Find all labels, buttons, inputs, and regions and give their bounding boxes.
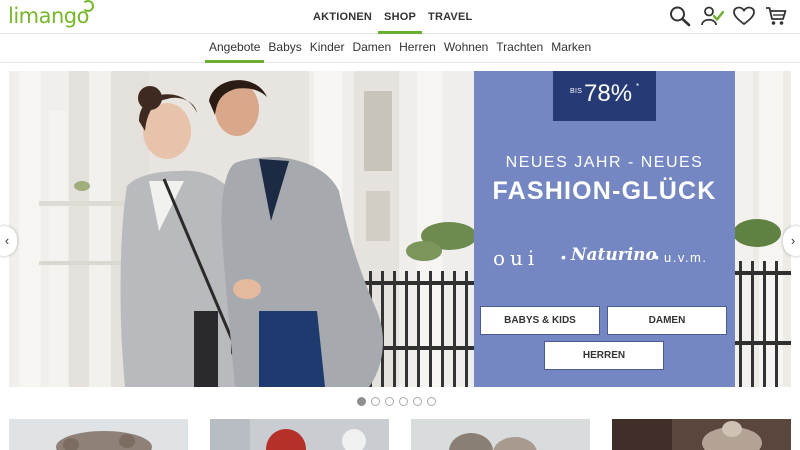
brand-logos: oui • Naturino • u.v.m. <box>474 244 735 272</box>
promo-subheadline: NEUES JAHR - NEUES <box>505 154 704 171</box>
category-marken[interactable]: Marken <box>547 34 595 63</box>
brand-oui-logo: oui <box>493 246 540 270</box>
babys-kids-button[interactable]: BABYS & KIDS <box>480 306 600 335</box>
heart-icon[interactable] <box>732 5 756 27</box>
account-check-icon[interactable] <box>700 5 724 27</box>
category-nav: Angebote Babys Kinder Damen Herren Wohne… <box>0 34 800 63</box>
header: limango AKTIONEN SHOP TRAVEL <box>0 0 800 34</box>
teaser-tile-2[interactable] <box>210 419 389 450</box>
hero-photo <box>9 71 474 387</box>
teaser-tile-3[interactable] <box>411 419 590 450</box>
carousel-dot[interactable] <box>427 397 436 406</box>
chevron-left-icon: ‹ <box>4 233 10 248</box>
damen-button[interactable]: DAMEN <box>607 306 727 335</box>
carousel-dot[interactable] <box>385 397 394 406</box>
teaser-tile-1[interactable] <box>9 419 188 450</box>
discount-prefix: BIS <box>570 88 583 95</box>
carousel-next-button[interactable]: › <box>783 226 800 256</box>
logo-swirl-icon <box>82 0 94 12</box>
category-nav-items: Angebote Babys Kinder Damen Herren Wohne… <box>205 34 595 63</box>
brand-more-text: u.v.m. <box>664 250 708 265</box>
category-damen[interactable]: Damen <box>348 34 395 63</box>
discount-footnote-mark: * <box>636 82 640 91</box>
hero-photo-right <box>735 71 791 387</box>
brand-separator: • <box>561 249 566 265</box>
brand-naturino-logo: Naturino <box>571 245 657 265</box>
cart-icon[interactable] <box>764 5 788 27</box>
discount-value: 78% <box>584 80 633 107</box>
top-nav-shop[interactable]: SHOP <box>378 0 423 34</box>
promo-headline: FASHION-GLÜCK <box>492 177 717 205</box>
category-herren[interactable]: Herren <box>395 34 440 63</box>
page: limango AKTIONEN SHOP TRAVEL Angebote Ba… <box>0 0 800 450</box>
category-kinder[interactable]: Kinder <box>306 34 349 63</box>
carousel-dot[interactable] <box>413 397 422 406</box>
teaser-tile-4[interactable] <box>612 419 791 450</box>
header-icons <box>668 5 788 27</box>
brand-separator: • <box>654 249 659 265</box>
top-nav-aktionen[interactable]: AKTIONEN <box>307 0 378 34</box>
carousel-dot[interactable] <box>357 397 366 406</box>
category-babys[interactable]: Babys <box>264 34 305 63</box>
hero-banner[interactable]: BIS 78% * NEUES JAHR - NEUES FASHION-GLÜ… <box>9 71 791 387</box>
category-trachten[interactable]: Trachten <box>492 34 547 63</box>
carousel-dot[interactable] <box>371 397 380 406</box>
category-angebote[interactable]: Angebote <box>205 34 265 63</box>
top-nav: AKTIONEN SHOP TRAVEL <box>307 0 478 34</box>
discount-badge: BIS 78% * <box>553 71 656 121</box>
carousel-dots <box>357 397 436 406</box>
category-wohnen[interactable]: Wohnen <box>440 34 492 63</box>
herren-button[interactable]: HERREN <box>544 341 664 370</box>
search-icon[interactable] <box>668 5 692 27</box>
promo-panel: BIS 78% * NEUES JAHR - NEUES FASHION-GLÜ… <box>474 71 735 387</box>
carousel-dot[interactable] <box>399 397 408 406</box>
top-nav-travel[interactable]: TRAVEL <box>422 0 478 34</box>
chevron-right-icon: › <box>790 233 796 248</box>
logo[interactable]: limango <box>8 4 89 28</box>
